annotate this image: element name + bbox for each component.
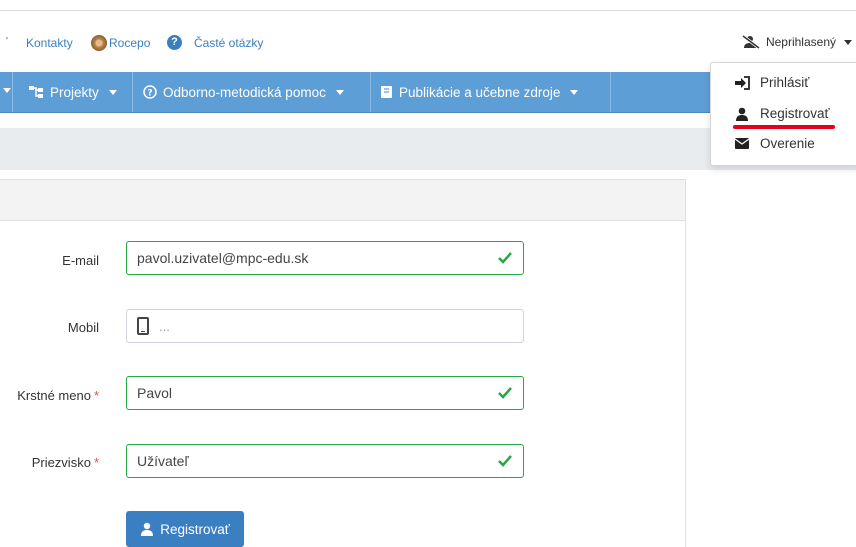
mobile-placeholder: ...: [159, 318, 170, 334]
check-icon: [498, 252, 512, 264]
check-icon: [498, 455, 512, 467]
dropdown-item-register[interactable]: Registrovať: [734, 106, 830, 121]
link-rocepo[interactable]: Rocepo: [109, 36, 150, 50]
chevron-down-icon: [335, 89, 344, 95]
first-name-label: Krstné meno *: [17, 388, 99, 403]
book-icon: [381, 86, 392, 98]
nav-item-label: Projekty: [50, 84, 99, 100]
registration-card: [0, 179, 686, 547]
nav-item-label: Publikácie a učebne zdroje: [399, 84, 561, 100]
dropdown-item-label: Registrovať: [760, 106, 830, 121]
last-name-value: Užívateľ: [137, 453, 189, 469]
user-menu-toggle[interactable]: Neprihlasený: [742, 35, 852, 49]
rocepo-logo-icon: [91, 35, 107, 51]
mobile-label: Mobil: [67, 320, 99, 335]
nav-separator: [370, 72, 371, 112]
user-icon: [736, 107, 748, 121]
svg-text:?: ?: [147, 89, 152, 99]
dropdown-item-login[interactable]: Prihlásiť: [734, 75, 809, 90]
email-field[interactable]: pavol.uzivatel@mpc-edu.sk: [126, 241, 524, 275]
link-contacts[interactable]: Kontakty: [26, 36, 73, 50]
top-divider: [0, 10, 856, 11]
last-name-field[interactable]: Užívateľ: [126, 444, 524, 478]
link-faq[interactable]: Časté otázky: [194, 36, 263, 50]
dropdown-item-label: Overenie: [760, 136, 815, 151]
last-name-label: Priezvisko *: [31, 455, 99, 470]
separator-mark: ': [6, 36, 8, 47]
nav-item-label: Odborno-metodická pomoc: [163, 84, 326, 100]
first-name-field[interactable]: Pavol: [126, 376, 524, 410]
email-value: pavol.uzivatel@mpc-edu.sk: [137, 250, 309, 266]
email-label: E-mail: [62, 253, 99, 268]
nav-separator: [132, 72, 133, 112]
mobile-field[interactable]: ...: [126, 309, 524, 343]
chevron-down-icon: [108, 89, 117, 95]
user-slash-icon: [742, 35, 760, 49]
first-name-value: Pavol: [137, 385, 173, 401]
user-icon: [141, 522, 154, 536]
chevron-down-icon: [844, 39, 852, 45]
nav-item-projects[interactable]: Projekty: [28, 72, 117, 112]
nav-item-methodical-help[interactable]: ? Odborno-metodická pomoc: [143, 72, 344, 112]
question-circle-icon: ?: [167, 35, 182, 50]
nav-item-publications[interactable]: Publikácie a učebne zdroje: [380, 72, 579, 112]
question-circle-icon: ?: [143, 85, 157, 99]
register-button[interactable]: Registrovať: [126, 511, 244, 547]
dropdown-item-label: Prihlásiť: [760, 75, 810, 90]
chevron-down-icon: [570, 89, 579, 95]
nav-separator: [610, 72, 611, 112]
card-header: [0, 179, 686, 221]
mobile-phone-icon: [137, 317, 149, 335]
sign-in-icon: [735, 75, 750, 90]
check-icon: [498, 387, 512, 399]
sitemap-icon: [29, 86, 43, 98]
dropdown-item-verification[interactable]: Overenie: [734, 136, 815, 151]
register-button-label: Registrovať: [160, 521, 230, 537]
highlight-underline: [733, 125, 835, 129]
nav-separator: [12, 72, 13, 112]
user-status-label: Neprihlasený: [765, 35, 836, 49]
envelope-icon: [734, 138, 750, 149]
nav-caret-partial-icon: [3, 88, 11, 93]
